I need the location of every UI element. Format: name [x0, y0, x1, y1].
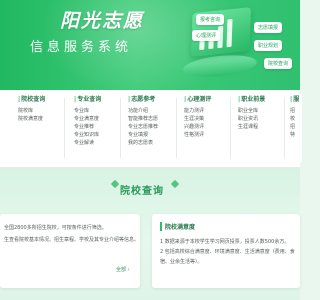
panel-text: 全国2800多所招生院校，可按条件进行筛选。 — [4, 225, 107, 231]
category-link[interactable]: 我的志愿表 — [128, 139, 166, 147]
category-link[interactable]: 特 — [290, 131, 302, 139]
college-intro-panel: 全国2800多所招生院校，可按条件进行筛选。 生查看院校基本情况、招生章程、学校… — [0, 214, 140, 288]
category-divider — [120, 98, 121, 158]
category-link[interactable]: 智能推荐志愿 — [128, 115, 166, 123]
hero-banner: 阳光志愿 信息服务系统 报考咨询 志愿填报 心理测评 职业规划 院校查询 — [0, 0, 300, 90]
section-title: 院校查询 — [120, 186, 164, 197]
category-psych-test[interactable]: |心理测评 能力测评 生涯决策 兴趣测评 性格测评 — [184, 94, 222, 162]
banner-subtitle: 信息服务系统 — [30, 40, 133, 55]
category-service[interactable]: |服 招 校 招 特 — [290, 94, 302, 162]
category-link[interactable]: 生涯决策 — [184, 115, 222, 123]
category-link[interactable]: 兴趣测评 — [184, 123, 222, 131]
banner-title: 阳光志愿 — [60, 10, 145, 32]
category-college-search[interactable]: |院校查询 院校库 院校满意度 — [18, 94, 56, 162]
panel-text: 1 数据来源于本校学生学习网页投票，投票人数500余万。 — [160, 239, 290, 245]
category-career[interactable]: |职业前景 职业全库 职业资讯 生涯课程 — [238, 94, 276, 162]
more-link[interactable]: 全部 › — [116, 266, 130, 273]
category-link[interactable]: 院校满意度 — [18, 115, 56, 123]
category-title[interactable]: |心理测评 — [184, 94, 222, 103]
panel-text: 宿、业余生活等）。 — [160, 259, 203, 265]
banner-bubble-consult[interactable]: 报考咨询 — [196, 14, 225, 25]
satisfaction-tag[interactable]: 院校满意度 — [160, 222, 195, 231]
category-reference[interactable]: |志愿参考 功能介绍 智能推荐志愿 专业志愿推荐 专业填报 我的志愿表 — [128, 94, 166, 162]
category-title[interactable]: |院校查询 — [18, 94, 56, 103]
banner-bubble-psych[interactable]: 心理测评 — [192, 30, 221, 41]
category-link[interactable]: 招 — [290, 107, 302, 115]
category-link[interactable]: 职业资讯 — [238, 115, 276, 123]
category-link[interactable]: 招 — [290, 123, 302, 131]
banner-bubble-career[interactable]: 职业规划 — [254, 40, 283, 51]
category-title[interactable]: |专业查询 — [74, 94, 112, 103]
category-link[interactable]: 功能介绍 — [128, 107, 166, 115]
category-strip: |院校查询 院校库 院校满意度 |专业查询 专业库 专业满意度 专业推荐 专业知… — [0, 90, 302, 168]
satisfaction-panel: 院校满意度 1 数据来源于本校学生学习网页投票，投票人数500余万。 2 包括高… — [152, 214, 300, 288]
banner-bubble-college[interactable]: 院校查询 — [264, 58, 293, 69]
category-divider — [64, 98, 65, 158]
category-link[interactable]: 校 — [290, 115, 302, 123]
category-link[interactable]: 生涯课程 — [238, 123, 276, 131]
category-divider — [284, 98, 285, 158]
category-link[interactable]: 专业推荐 — [74, 123, 112, 131]
category-divider — [176, 98, 177, 158]
category-title[interactable]: |志愿参考 — [128, 94, 166, 103]
category-link[interactable]: 性格测评 — [184, 131, 222, 139]
category-link[interactable]: 专业满意度 — [74, 115, 112, 123]
category-link[interactable]: 专业志愿推荐 — [128, 123, 166, 131]
category-divider — [230, 98, 231, 158]
category-link[interactable]: 职业全库 — [238, 107, 276, 115]
panel-text: 生查看院校基本情况、招生章程、学校及其专业介绍等信息。 — [4, 237, 140, 243]
category-title[interactable]: |服 — [290, 94, 302, 103]
category-link[interactable]: 院校库 — [18, 107, 56, 115]
banner-bubble-fill[interactable]: 志愿填报 — [254, 22, 283, 33]
panel-text: 2 包括高校综合满意度、环境满意度、生活满意度（费用、食 — [160, 249, 295, 255]
category-link[interactable]: 专业知识库 — [74, 131, 112, 139]
category-title[interactable]: |职业前景 — [238, 94, 276, 103]
category-major-search[interactable]: |专业查询 专业库 专业满意度 专业推荐 专业知识库 专业解读 — [74, 94, 112, 162]
category-link[interactable]: 专业填报 — [128, 131, 166, 139]
category-link[interactable]: 专业解读 — [74, 139, 112, 147]
illustration-bar — [199, 39, 205, 51]
category-link[interactable]: 能力测评 — [184, 107, 222, 115]
illustration-bar — [226, 18, 233, 48]
category-link[interactable]: 专业库 — [74, 107, 112, 115]
